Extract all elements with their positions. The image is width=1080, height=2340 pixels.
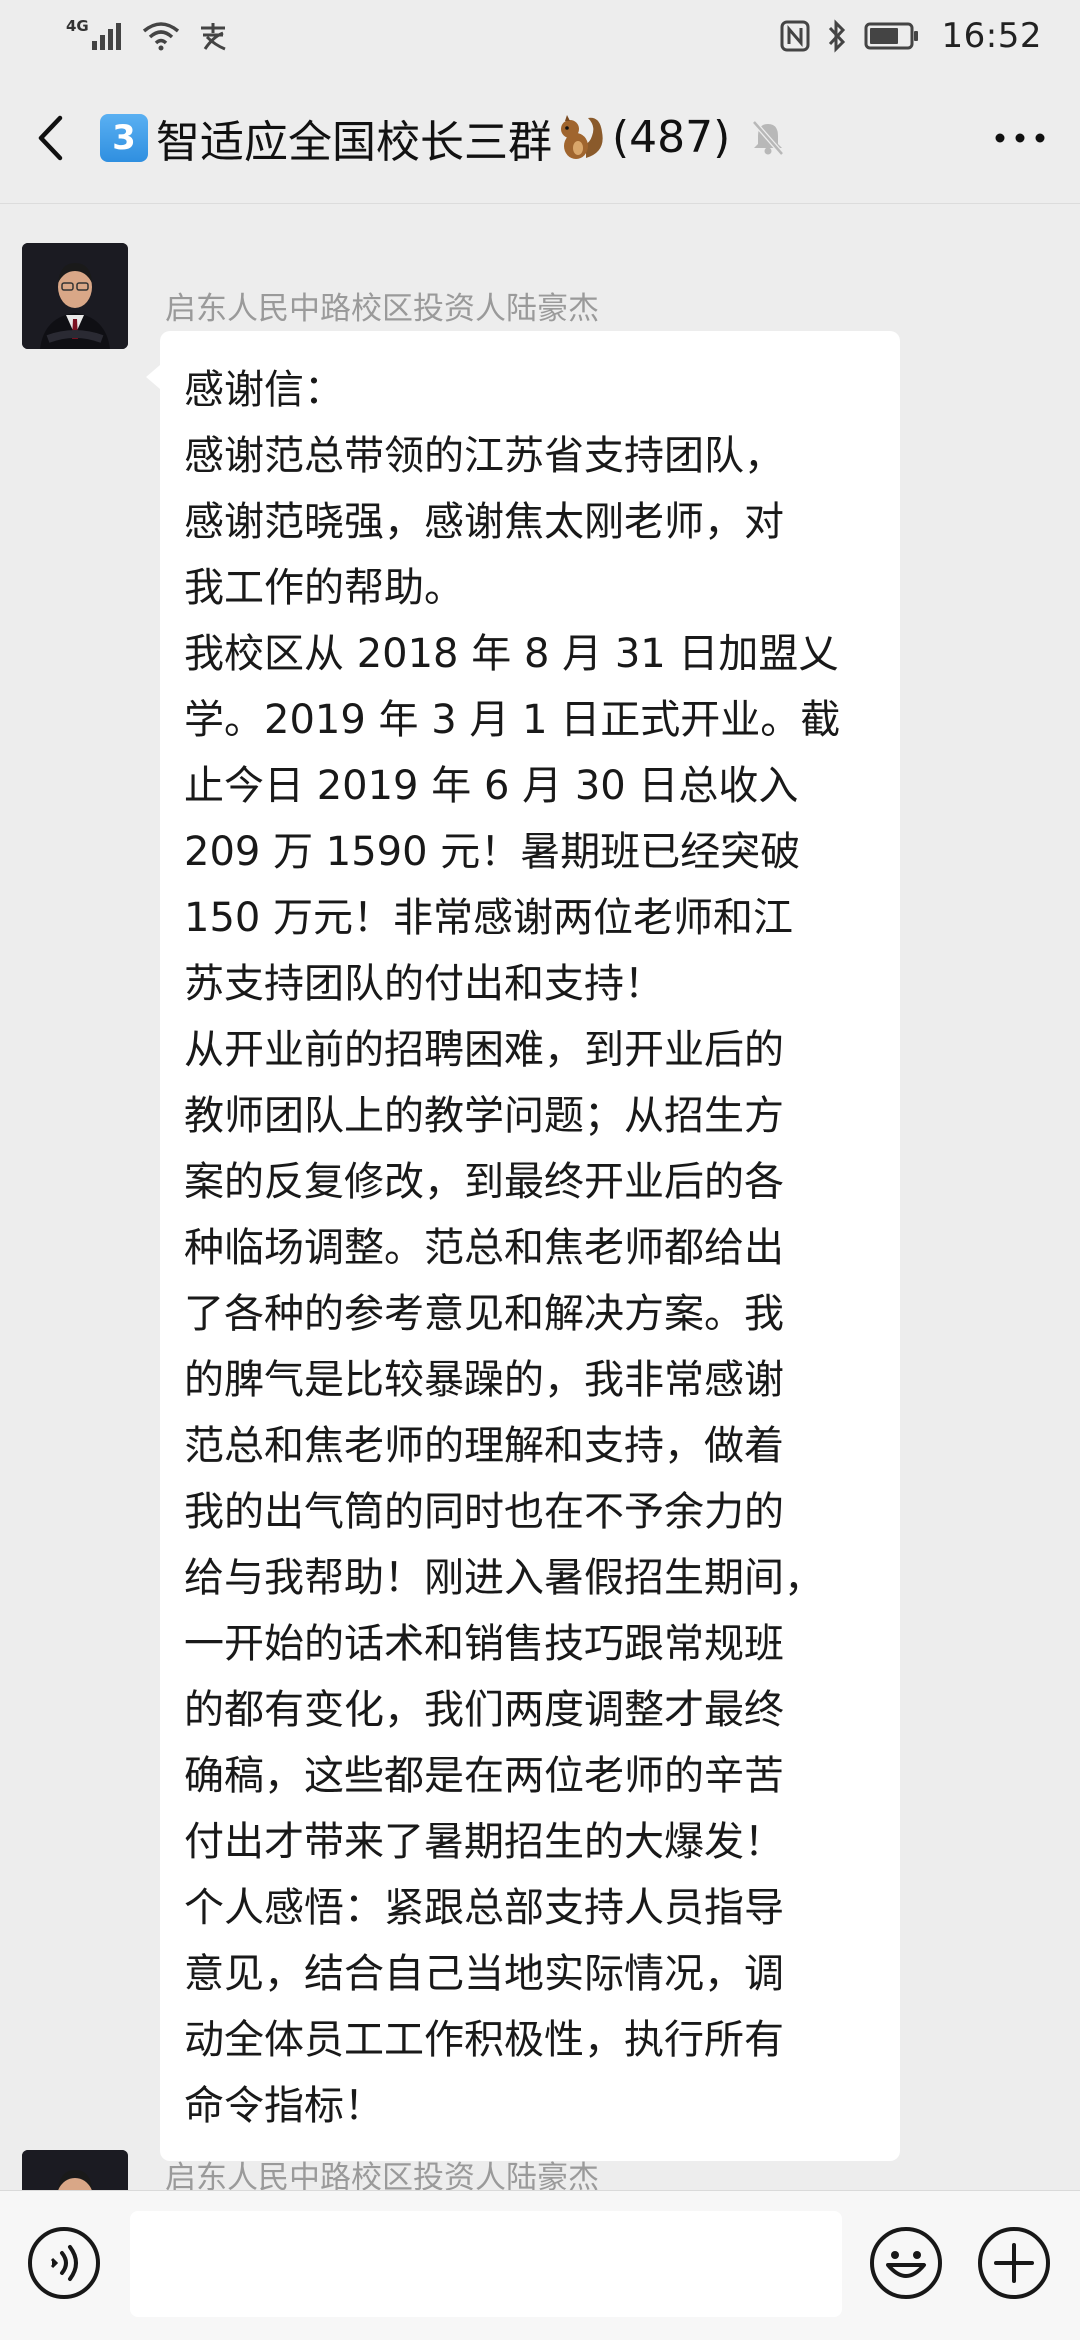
member-count: (487) [612,112,731,163]
message-line: 动全体员工工作积极性，执行所有 [184,2017,784,2063]
message-bubble[interactable]: 感谢信： 感谢范总带领的江苏省支持团队， 感谢范晓强，感谢焦太刚老师，对 我工作… [146,331,900,2161]
message-line: 我的出气筒的同时也在不予余力的 [184,1489,784,1535]
message-line: 意见，结合自己当地实际情况，调 [184,1951,784,1997]
back-icon [38,115,63,160]
message-line: 范总和焦老师的理解和支持，做着 [184,1423,784,1469]
message-line: 学。2019 年 3 月 1 日正式开业。截 [184,697,841,743]
message-line: 感谢信： [184,367,344,413]
input-bar [0,2190,1080,2340]
message-line: 种临场调整。范总和焦老师都给出 [184,1225,784,1271]
chat-message-list[interactable]: 启东人民中路校区投资人陆豪杰 感谢信： 感谢范总带领的江苏省支持团队， 感谢范晓… [0,205,1080,2190]
payment-icon [197,21,229,51]
nfc-icon [780,20,810,52]
back-button[interactable] [0,72,100,203]
message-line: 从开业前的招聘困难，到开业后的 [184,1027,784,1073]
signal-icon: 4G [66,17,125,51]
plus-icon [978,2227,1050,2299]
message-line: 教师团队上的教学问题；从招生方 [184,1093,784,1139]
sender-name: 启东人民中路校区投资人陆豪杰 [165,2160,599,2190]
message-line: 了各种的参考意见和解决方案。我 [184,1291,784,1337]
squirrel-emoji-icon [556,112,608,164]
message-line: 命令指标！ [184,2083,384,2129]
message-line: 我校区从 2018 年 8 月 31 日加盟乂 [184,631,839,677]
clock-time: 16:52 [941,16,1042,56]
message-line: 一开始的话术和销售技巧跟常规班 [184,1621,784,1667]
bluetooth-icon [826,19,848,53]
chat-title-area[interactable]: 3 智适应全国校长三群 (487) [100,106,960,170]
avatar[interactable] [22,2150,128,2190]
avatar[interactable] [22,243,128,349]
chat-title: 智适应全国校长三群 [156,116,552,168]
message-input[interactable] [130,2211,842,2317]
more-options-button[interactable] [960,72,1080,203]
message-line: 苏支持团队的付出和支持！ [184,961,664,1007]
message-line: 止今日 2019 年 6 月 30 日总收入 [184,763,799,809]
network-label: 4G [66,17,89,35]
status-left: 4G [66,17,229,51]
battery-icon [864,22,920,50]
more-icon [995,133,1045,142]
message-line: 确稿，这些都是在两位老师的辛苦 [184,1753,784,1799]
sender-name: 启东人民中路校区投资人陆豪杰 [165,291,599,327]
message-line: 个人感悟：紧跟总部支持人员指导 [184,1885,784,1931]
message-line: 150 万元！非常感谢两位老师和江 [184,895,794,941]
message-line: 209 万 1590 元！暑期班已经突破 [184,829,801,875]
message-line: 给与我帮助！刚进入暑假招生期间， [184,1555,824,1601]
voice-button[interactable] [26,2225,102,2301]
message-line: 我工作的帮助。 [184,565,464,611]
group-number-badge: 3 [100,113,148,162]
status-right: 16:52 [780,16,1042,56]
wifi-icon [141,21,181,51]
emoji-button[interactable] [868,2225,944,2301]
chat-header: 3 智适应全国校长三群 (487) [0,72,1080,204]
mute-bell-icon [748,118,788,158]
emoji-icon [870,2227,942,2299]
message-line: 的脾气是比较暴躁的，我非常感谢 [184,1357,784,1403]
message-line: 付出才带来了暑期招生的大爆发！ [184,1819,784,1865]
message-line: 感谢范晓强，感谢焦太刚老师，对 [184,499,784,545]
message-line: 案的反复修改，到最终开业后的各 [184,1159,784,1205]
message-line: 感谢范总带领的江苏省支持团队， [184,433,784,479]
status-bar: 4G 16:52 [0,0,1080,72]
more-functions-button[interactable] [976,2225,1052,2301]
voice-icon [28,2227,100,2299]
message-line: 的都有变化，我们两度调整才最终 [184,1687,784,1733]
